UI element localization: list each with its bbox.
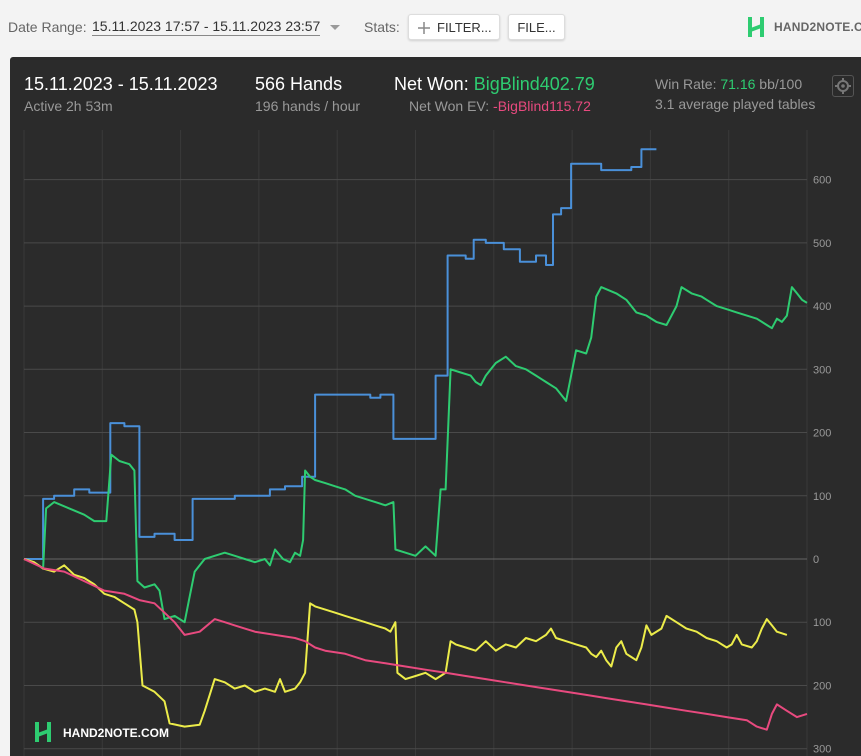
y-axis-labels: 600 500 400 300 200 100 0 100 200 300	[813, 175, 831, 756]
watermark-logo-icon	[35, 722, 51, 742]
y-tick-label: 300	[813, 744, 831, 756]
profit-graph: 600 500 400 300 200 100 0 100 200 300	[23, 130, 831, 756]
y-tick-label: 600	[813, 175, 831, 187]
y-tick-label: 200	[813, 680, 831, 692]
y-tick-label: 100	[813, 617, 831, 629]
y-tick-label: 400	[813, 301, 831, 313]
y-tick-label: 0	[813, 554, 819, 566]
watermark-text: HAND2NOTE.COM	[63, 726, 170, 740]
y-tick-label: 200	[813, 428, 831, 440]
y-tick-label: 100	[813, 491, 831, 503]
series-line-3	[23, 558, 788, 728]
y-tick-label: 300	[813, 364, 831, 376]
series-line-1	[24, 148, 657, 560]
y-tick-label: 500	[813, 238, 831, 250]
